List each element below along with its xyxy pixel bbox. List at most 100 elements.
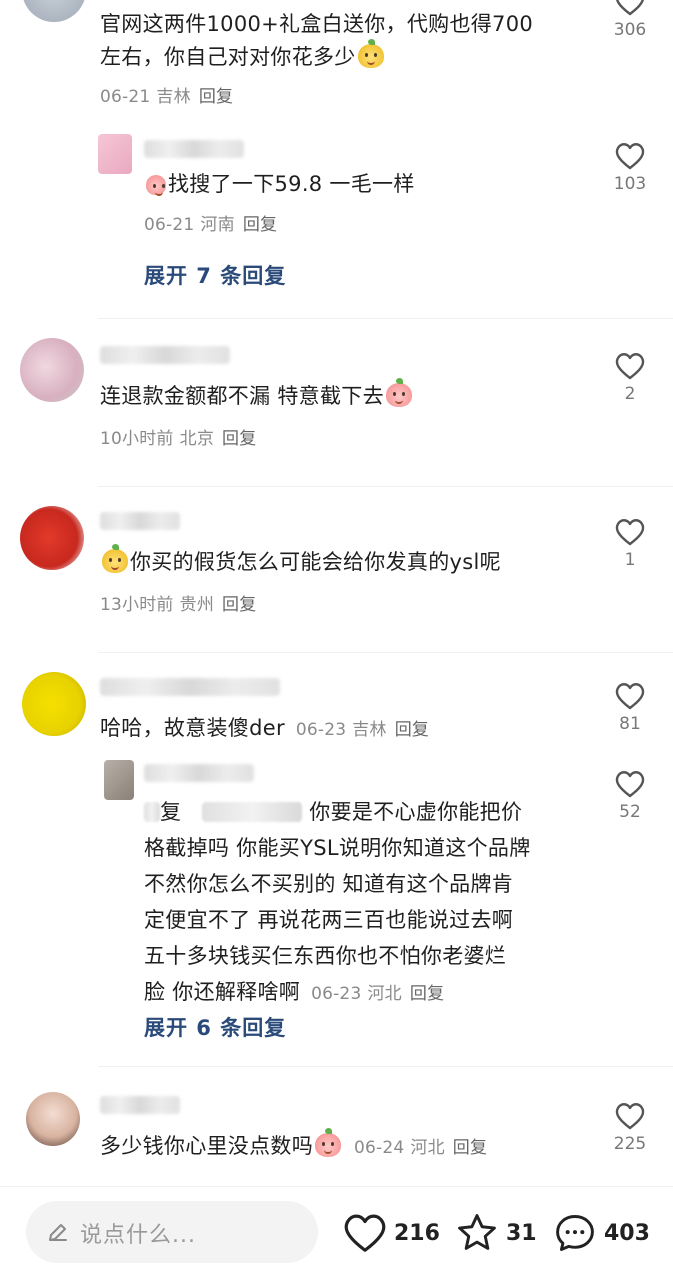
like-button[interactable]: 225 (600, 1102, 660, 1154)
comment-meta: 06-21 河南 回复 (144, 210, 277, 235)
emoji-icon (357, 39, 384, 68)
avatar[interactable] (22, 672, 86, 736)
star-icon (458, 1214, 496, 1250)
reply-button[interactable]: 回复 (243, 215, 277, 235)
favorite-button[interactable]: 31 (454, 1205, 537, 1261)
like-button[interactable]: 306 (600, 0, 660, 40)
reply-item: 找搜了一下59.8 一毛一样 06-21 河南 回复 展开 7 条回复 103 (0, 130, 673, 316)
comment-text: 你买的假货怎么可能会给你发真的ysl呢 (100, 544, 580, 579)
comments-button[interactable]: 403 (552, 1205, 650, 1261)
pencil-icon (49, 1224, 67, 1241)
avatar[interactable] (26, 1092, 80, 1146)
avatar[interactable] (22, 0, 86, 22)
mention-blur (144, 802, 160, 822)
comment-location: 河北 (367, 984, 402, 1004)
comment-time: 06-24 (353, 1138, 405, 1158)
comment-location: 河南 (200, 215, 235, 235)
reply-button[interactable]: 回复 (410, 984, 444, 1004)
comment-time: 13小时前 (100, 595, 174, 615)
comment-text: 哈哈，故意装傻der 06-23 吉林 回复 (100, 716, 430, 740)
comment-text: 连退款金额都不漏 特意截下去 (100, 378, 580, 413)
avatar[interactable] (20, 506, 84, 570)
comment-item: 你买的假货怎么可能会给你发真的ysl呢 13小时前 贵州 回复 1 (0, 496, 673, 646)
like-count: 225 (613, 1134, 647, 1154)
post-like-count: 216 (394, 1220, 440, 1246)
username[interactable] (100, 1096, 180, 1114)
like-count: 52 (619, 802, 641, 822)
comment-text: 官网这两件1000+礼盒白送你，代购也得700 左右，你自己对对你花多少 (100, 12, 534, 69)
heart-icon (615, 353, 645, 380)
comment-time: 06-23 (311, 984, 362, 1004)
heart-icon (615, 1103, 645, 1130)
comment-time: 06-21 (144, 215, 195, 235)
like-count: 1 (624, 550, 636, 570)
username[interactable] (100, 346, 230, 364)
comment-time: 06-21 (100, 87, 151, 107)
comment-meta: 10小时前 北京 回复 (100, 424, 256, 449)
comment-location: 吉林 (352, 720, 387, 740)
emoji-icon (315, 1128, 341, 1157)
comment-text: 找搜了一下59.8 一毛一样 (144, 168, 584, 201)
like-count: 306 (613, 20, 647, 40)
reply-item: 复 你要是不心虚你能把价 格截掉吗 你能买YSL说明你知道这个品牌 不然你怎么不… (0, 756, 673, 1056)
comment-item: 连退款金额都不漏 特意截下去 10小时前 北京 回复 2 (0, 330, 673, 480)
comment-meta: 06-23 吉林 回复 (296, 720, 429, 740)
divider (98, 652, 673, 653)
reply-button[interactable]: 回复 (453, 1138, 487, 1158)
like-button[interactable]: 103 (600, 142, 660, 194)
comment-meta: 13小时前 贵州 回复 (100, 590, 256, 615)
comment-count: 403 (604, 1220, 650, 1246)
comment-meta: 06-21 吉林 回复 (100, 82, 233, 107)
expand-replies-button[interactable]: 展开 6 条回复 (144, 1012, 286, 1042)
like-button[interactable]: 1 (600, 518, 660, 570)
comment-input[interactable]: 说点什么... (26, 1201, 318, 1263)
divider (98, 486, 673, 487)
like-button[interactable]: 2 (600, 352, 660, 404)
comment-item: 官网这两件1000+礼盒白送你，代购也得700 左右，你自己对对你花多少 06-… (0, 0, 673, 118)
like-post-button[interactable]: 216 (342, 1205, 440, 1261)
comment-input-placeholder: 说点什么... (80, 1223, 196, 1248)
comment-item: 多少钱你心里没点数吗 06-24 河北 回复 225 (0, 1078, 673, 1188)
reply-button[interactable]: 回复 (395, 720, 429, 740)
heart-icon (615, 143, 645, 170)
divider (98, 1066, 673, 1067)
heart-icon (615, 771, 645, 798)
heart-icon (344, 1214, 386, 1252)
comment-meta: 06-24 河北 回复 (354, 1138, 487, 1158)
emoji-icon (146, 175, 166, 196)
avatar[interactable] (20, 338, 84, 402)
username[interactable] (144, 140, 244, 158)
username[interactable] (100, 678, 280, 696)
reply-button[interactable]: 回复 (222, 595, 256, 615)
favorite-count: 31 (506, 1220, 537, 1246)
username[interactable] (144, 764, 254, 782)
emoji-icon (102, 544, 128, 573)
mention-blur (202, 802, 303, 822)
bottom-action-bar: 说点什么... 216 31 403 (0, 1186, 673, 1280)
like-count: 2 (624, 384, 636, 404)
comment-bubble-icon (556, 1215, 594, 1251)
comment-time: 06-23 (295, 720, 347, 740)
emoji-icon (385, 378, 412, 407)
comment-text: 复 你要是不心虚你能把价 格截掉吗 你能买YSL说明你知道这个品牌 不然你怎么不… (144, 800, 531, 1004)
comment-location: 河北 (410, 1138, 445, 1158)
comment-location: 吉林 (156, 87, 191, 107)
divider (98, 318, 673, 319)
username[interactable] (100, 512, 180, 530)
avatar[interactable] (98, 134, 132, 174)
like-button[interactable]: 52 (600, 770, 660, 822)
like-count: 103 (613, 174, 647, 194)
heart-icon (615, 683, 645, 710)
reply-button[interactable]: 回复 (222, 429, 256, 449)
comment-location: 贵州 (179, 595, 215, 615)
like-button[interactable]: 81 (600, 682, 660, 734)
heart-icon (615, 519, 645, 546)
comment-location: 北京 (179, 429, 215, 449)
comment-text: 多少钱你心里没点数吗 06-24 河北 回复 (100, 1128, 580, 1165)
like-count: 81 (619, 714, 641, 734)
expand-replies-button[interactable]: 展开 7 条回复 (144, 260, 286, 290)
avatar[interactable] (104, 760, 134, 800)
reply-button[interactable]: 回复 (199, 87, 233, 107)
comment-time: 10小时前 (100, 429, 174, 449)
comment-item: 哈哈，故意装傻der 06-23 吉林 回复 81 (0, 664, 673, 754)
